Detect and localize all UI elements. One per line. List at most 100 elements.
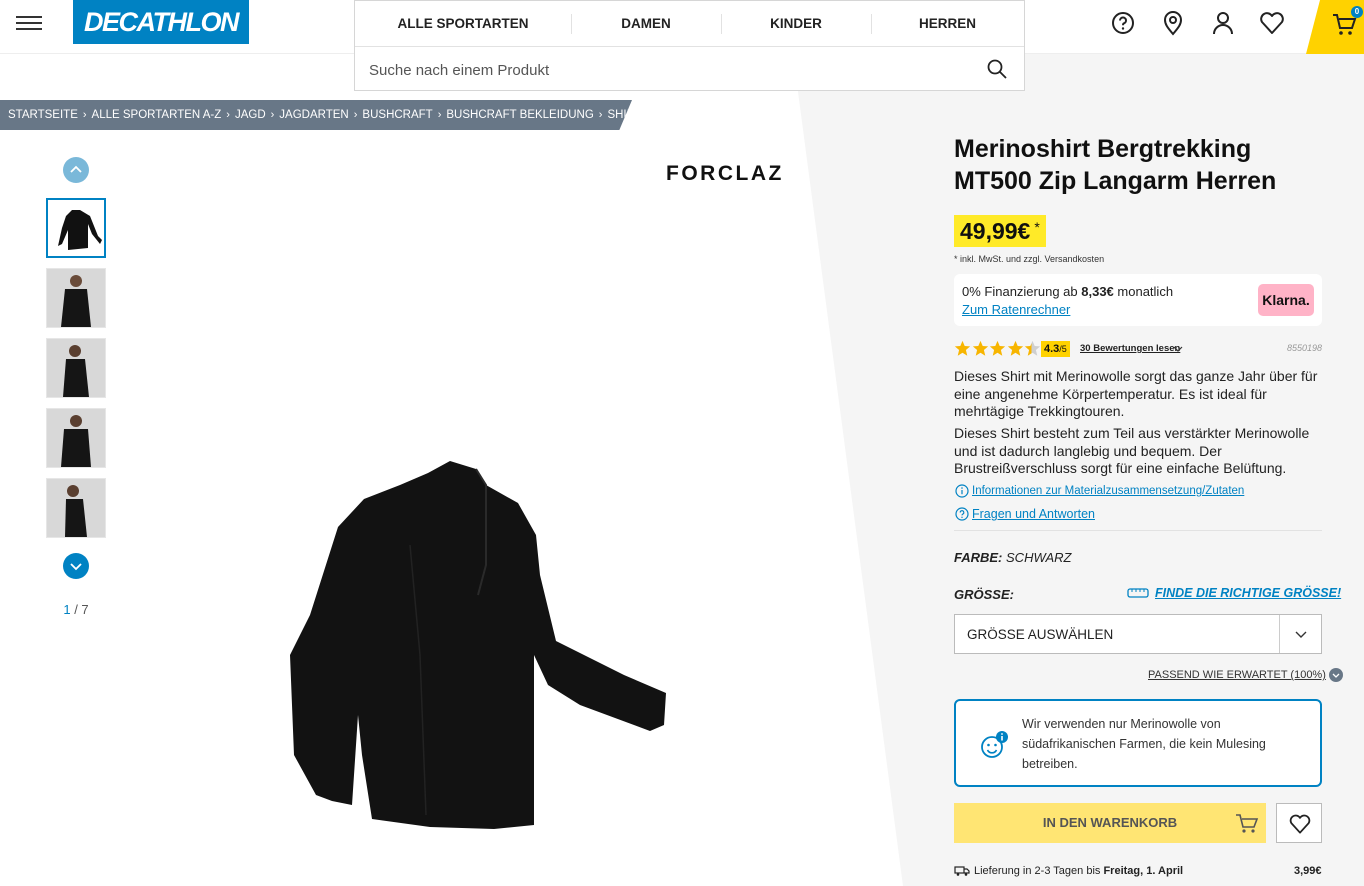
rating-stars[interactable]: [954, 340, 1042, 357]
breadcrumb: STARTSEITE › ALLE SPORTARTEN A-Z › JAGD › J…: [0, 100, 632, 130]
klarna-calculator-link[interactable]: Zum Ratenrechner: [962, 302, 1070, 317]
size-guide-link[interactable]: FINDE DIE RICHTIGE GRÖSSE!: [1127, 586, 1341, 600]
price-note: * inkl. MwSt. und zzgl. Versandkosten: [954, 254, 1105, 264]
star-icon: [989, 340, 1006, 356]
star-icon: [972, 340, 988, 356]
klarna-text-suffix: monatlich: [1113, 284, 1174, 299]
shirt-thumbnail-image: [58, 210, 102, 250]
klarna-monthly-amount: 8,33€: [1081, 284, 1114, 299]
question-icon: [955, 507, 969, 521]
tab-damen[interactable]: DAMEN: [571, 1, 721, 47]
size-guide-link-label: FINDE DIE RICHTIGE GRÖSSE!: [1155, 586, 1342, 600]
faq-link-label: Fragen und Antworten: [972, 507, 1095, 521]
breadcrumb-item[interactable]: BUSHCRAFT BEKLEIDUNG: [446, 109, 593, 121]
size-select-dropdown[interactable]: GRÖSSE AUSWÄHLEN: [954, 614, 1322, 654]
model-thumbnail-image: [47, 479, 105, 537]
heart-icon: [1289, 814, 1311, 834]
star-icon: [954, 340, 971, 356]
article-number: 8550198: [1287, 343, 1323, 353]
add-to-wishlist-button[interactable]: [1276, 803, 1322, 843]
product-thumbnail[interactable]: [46, 198, 106, 258]
breadcrumb-item[interactable]: JAGD: [235, 109, 266, 121]
rating-score-badge: 4.3/5: [1041, 341, 1070, 357]
product-title: Merinoshirt Bergtrekking MT500 Zip Langa…: [954, 135, 1277, 195]
hamburger-menu-icon[interactable]: [12, 10, 48, 36]
search-icon[interactable]: [985, 57, 1009, 81]
forclaz-brand-logo: FORCLAZ: [666, 162, 784, 185]
chevron-down-icon: [1295, 631, 1307, 638]
klarna-financing-box: 0% Finanzierung ab 8,33€ monatlich Zum R…: [954, 274, 1322, 326]
breadcrumb-item[interactable]: BUSHCRAFT: [362, 109, 432, 121]
model-thumbnail-image: [47, 339, 105, 397]
wishlist-icon[interactable]: [1257, 8, 1287, 38]
cart-icon: [1236, 814, 1259, 833]
product-thumbnail[interactable]: [46, 338, 106, 398]
product-description: Dieses Shirt mit Merinowolle sorgt das g…: [954, 368, 1318, 419]
chevron-down-icon: [1328, 668, 1343, 682]
info-icon: [955, 484, 969, 498]
rating-value: 4.3: [1044, 343, 1060, 355]
decathlon-logo[interactable]: DECATHLON: [73, 0, 249, 44]
breadcrumb-separator-icon: ›: [437, 109, 442, 121]
star-half-icon: [1024, 340, 1041, 356]
size-label: GRÖSSE:: [954, 587, 1014, 602]
breadcrumb-item-current[interactable]: SHIRTS, T-SHIRTS: [607, 109, 632, 121]
chevron-down-icon: [70, 563, 82, 571]
thumbnail-scroll-up-button[interactable]: [63, 157, 89, 183]
delivery-text: Lieferung in 2-3 Tagen bis: [974, 865, 1101, 877]
price-badge: 49,99€ *: [954, 215, 1046, 247]
measuring-tape-icon: [1127, 588, 1149, 598]
breadcrumb-separator-icon: ›: [82, 109, 87, 121]
price-footnote-marker: *: [1034, 219, 1040, 235]
smiley-info-icon: [981, 731, 1008, 758]
fit-rating-label: PASSEND WIE ERWARTET (100%): [1148, 669, 1326, 681]
product-thumbnail[interactable]: [46, 268, 106, 328]
tab-herren[interactable]: HERREN: [871, 1, 1024, 47]
help-icon[interactable]: [1108, 8, 1138, 38]
model-thumbnail-image: [47, 269, 105, 327]
price-value: 49,99€: [960, 217, 1031, 244]
account-icon[interactable]: [1208, 8, 1238, 38]
color-label: FARBE:: [954, 550, 1003, 565]
search-input[interactable]: [369, 58, 969, 82]
chevron-up-icon: [70, 165, 82, 173]
category-nav-search: ALLE SPORTARTEN DAMEN KINDER HERREN: [354, 0, 1025, 91]
delivery-date: Freitag, 1. April: [1103, 865, 1184, 877]
sustainability-info-card: Wir verwenden nur Merinowolle von südafr…: [954, 699, 1322, 787]
faq-link[interactable]: Fragen und Antworten: [955, 507, 1095, 521]
add-to-cart-button[interactable]: IN DEN WARENKORB: [954, 803, 1266, 843]
divider: [954, 530, 1322, 531]
breadcrumb-separator-icon: ›: [226, 109, 230, 121]
material-info-link-label: Informationen zur Materialzusammensetzun…: [972, 485, 1245, 497]
image-counter-current: 1: [63, 602, 71, 617]
rating-scale: /5: [1059, 344, 1067, 354]
fit-rating-link[interactable]: PASSEND WIE ERWARTET (100%): [1148, 668, 1343, 682]
breadcrumb-item[interactable]: JAGDARTEN: [279, 109, 348, 121]
reviews-link[interactable]: 30 Bewertungen lesen: [1080, 343, 1180, 354]
tab-kinder[interactable]: KINDER: [721, 1, 871, 47]
model-thumbnail-image: [47, 409, 105, 467]
material-info-link[interactable]: Informationen zur Materialzusammensetzun…: [955, 484, 1244, 498]
breadcrumb-item[interactable]: ALLE SPORTARTEN A-Z: [92, 109, 222, 121]
breadcrumb-item[interactable]: STARTSEITE: [8, 109, 78, 121]
breadcrumb-separator-icon: ›: [598, 109, 603, 121]
store-locator-icon[interactable]: [1158, 8, 1188, 38]
breadcrumb-separator-icon: ›: [270, 109, 275, 121]
product-thumbnail[interactable]: [46, 478, 106, 538]
delivery-price: 3,99€: [1294, 865, 1322, 877]
image-counter-total: / 7: [74, 602, 89, 617]
product-main-image[interactable]: [280, 455, 680, 835]
chevron-down-icon[interactable]: [1172, 343, 1184, 355]
star-icon: [1007, 340, 1023, 356]
product-thumbnail[interactable]: [46, 408, 106, 468]
tab-alle-sportarten[interactable]: ALLE SPORTARTEN: [355, 1, 571, 47]
sustainability-info-text: Wir verwenden nur Merinowolle von südafr…: [1022, 717, 1266, 771]
thumbnail-scroll-down-button[interactable]: [63, 553, 89, 579]
cart-count-badge: 0: [1351, 6, 1363, 18]
category-tabs: ALLE SPORTARTEN DAMEN KINDER HERREN: [355, 1, 1024, 47]
klarna-financing-text: 0% Finanzierung ab 8,33€ monatlich: [962, 284, 1173, 299]
klarna-text-prefix: 0% Finanzierung ab: [962, 284, 1082, 299]
klarna-logo: Klarna.: [1258, 284, 1314, 316]
breadcrumb-separator-icon: ›: [353, 109, 358, 121]
product-description: Dieses Shirt besteht zum Teil aus verstä…: [954, 425, 1310, 476]
